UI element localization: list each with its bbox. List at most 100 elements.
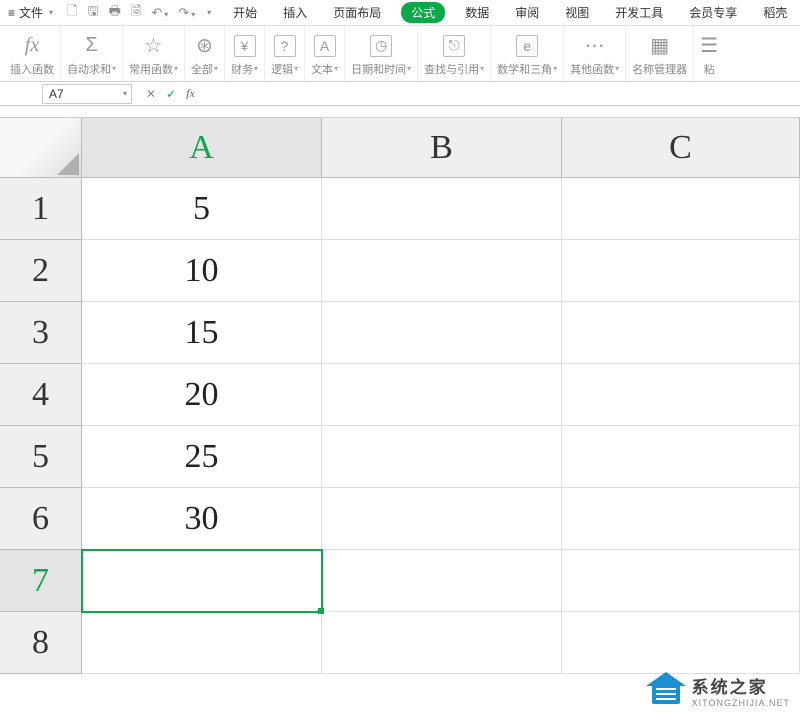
- row-header-8[interactable]: 8: [0, 612, 82, 674]
- ribbon-insert-function[interactable]: fx 插入函数: [4, 26, 61, 81]
- chevron-down-icon: ▾: [112, 64, 116, 73]
- cell-A2[interactable]: 10: [82, 240, 322, 302]
- yen-icon: ¥: [234, 35, 256, 57]
- ribbon-paste[interactable]: ☰ 粘: [694, 26, 724, 81]
- cell-C1[interactable]: [562, 178, 800, 240]
- ribbon-recent-functions[interactable]: ☆ 常用函数▾: [123, 26, 185, 81]
- row-header-4[interactable]: 4: [0, 364, 82, 426]
- ribbon-label: 插入函数: [10, 61, 54, 77]
- ribbon-datetime[interactable]: ◷ 日期和时间▾: [345, 26, 418, 81]
- tab-review[interactable]: 审阅: [509, 1, 545, 24]
- cell-B4[interactable]: [322, 364, 562, 426]
- row-header-1[interactable]: 1: [0, 178, 82, 240]
- fx-icon[interactable]: fx: [186, 86, 195, 101]
- tab-data[interactable]: 数据: [459, 1, 495, 24]
- menu-bar: ≡ 文件 ▾ 🗋 🖫 🖶 🗟 ↶▾ ↷▾ ▾ 开始 插入 页面布局 公式 数据 …: [0, 0, 800, 26]
- print-icon[interactable]: 🖶: [109, 2, 121, 24]
- tab-developer[interactable]: 开发工具: [609, 1, 669, 24]
- row-header-6[interactable]: 6: [0, 488, 82, 550]
- cell-C3[interactable]: [562, 302, 800, 364]
- ribbon-label: 其他函数: [570, 61, 614, 77]
- clock-icon: ◷: [370, 35, 392, 57]
- cell-A5[interactable]: 25: [82, 426, 322, 488]
- chevron-down-icon: ▾: [123, 89, 127, 98]
- cell-A4[interactable]: 20: [82, 364, 322, 426]
- cell-C2[interactable]: [562, 240, 800, 302]
- row-header-3[interactable]: 3: [0, 302, 82, 364]
- tab-formulas[interactable]: 公式: [401, 2, 445, 23]
- cell-B1[interactable]: [322, 178, 562, 240]
- row-7: 7: [0, 550, 800, 612]
- new-doc-icon[interactable]: 🗋: [67, 2, 77, 24]
- file-menu[interactable]: ≡ 文件 ▾: [0, 4, 61, 21]
- cell-B6[interactable]: [322, 488, 562, 550]
- redo-icon[interactable]: ↷▾: [178, 5, 195, 21]
- row-1: 1 5: [0, 178, 800, 240]
- formula-bar: A7 ▾ ✕ ✓ fx: [0, 82, 800, 106]
- tab-member[interactable]: 会员专享: [683, 1, 743, 24]
- lookup-icon: ⎋: [443, 35, 465, 57]
- ribbon-text[interactable]: A 文本▾: [305, 26, 345, 81]
- chevron-down-icon: ▾: [49, 8, 53, 17]
- cell-C6[interactable]: [562, 488, 800, 550]
- ribbon-financial[interactable]: ¥ 财务▾: [225, 26, 265, 81]
- ribbon-label: 逻辑: [271, 61, 293, 77]
- column-header-B[interactable]: B: [322, 118, 562, 178]
- row-header-7[interactable]: 7: [0, 550, 82, 612]
- cancel-icon[interactable]: ✕: [146, 87, 156, 101]
- cell-B5[interactable]: [322, 426, 562, 488]
- ribbon-logical[interactable]: ? 逻辑▾: [265, 26, 305, 81]
- qat-more-icon[interactable]: ▾: [207, 8, 211, 17]
- print-preview-icon[interactable]: 🗟: [131, 2, 141, 24]
- row-header-2[interactable]: 2: [0, 240, 82, 302]
- ribbon-more-functions[interactable]: ⋯ 其他函数▾: [564, 26, 626, 81]
- cell-B2[interactable]: [322, 240, 562, 302]
- cell-B8[interactable]: [322, 612, 562, 674]
- save-icon[interactable]: 🖫: [88, 2, 99, 24]
- confirm-icon[interactable]: ✓: [166, 87, 176, 101]
- ellipsis-icon: ⋯: [585, 33, 605, 58]
- ribbon-name-manager[interactable]: ▦ 名称管理器: [626, 26, 694, 81]
- cell-C5[interactable]: [562, 426, 800, 488]
- ribbon-math-trig[interactable]: e 数学和三角▾: [491, 26, 564, 81]
- formula-controls: ✕ ✓ fx: [146, 86, 195, 101]
- spacer: [0, 106, 800, 118]
- list-icon: ☰: [700, 33, 718, 58]
- select-all-corner[interactable]: [0, 118, 82, 178]
- cell-A7[interactable]: [82, 550, 322, 612]
- row-header-5[interactable]: 5: [0, 426, 82, 488]
- watermark: 系统之家 XITONGZHIJIA.NET: [646, 672, 790, 708]
- cell-A6[interactable]: 30: [82, 488, 322, 550]
- cell-A3[interactable]: 15: [82, 302, 322, 364]
- quick-access-toolbar: 🗋 🖫 🖶 🗟 ↶▾ ↷▾ ▾: [61, 2, 217, 24]
- ribbon-autosum[interactable]: Σ 自动求和▾: [61, 26, 123, 81]
- cell-A8[interactable]: [82, 612, 322, 674]
- cell-B7[interactable]: [322, 550, 562, 612]
- ribbon-tabs: 开始 插入 页面布局 公式 数据 审阅 视图 开发工具 会员专享 稻壳: [227, 1, 793, 24]
- column-header-C[interactable]: C: [562, 118, 800, 178]
- star-icon: ☆: [145, 33, 163, 58]
- row-8: 8: [0, 612, 800, 674]
- column-headers: A B C: [0, 118, 800, 178]
- tab-insert[interactable]: 插入: [277, 1, 313, 24]
- undo-icon[interactable]: ↶▾: [151, 5, 168, 21]
- ribbon-all-functions[interactable]: ⊛ 全部▾: [185, 26, 225, 81]
- formula-input[interactable]: [195, 84, 800, 104]
- sigma-icon: Σ: [85, 34, 97, 57]
- chevron-down-icon: ▾: [254, 64, 258, 73]
- name-box[interactable]: A7 ▾: [42, 84, 132, 104]
- tab-home[interactable]: 开始: [227, 1, 263, 24]
- all-icon: ⊛: [196, 33, 213, 58]
- cell-A1[interactable]: 5: [82, 178, 322, 240]
- ribbon-label: 自动求和: [67, 61, 111, 77]
- column-header-A[interactable]: A: [82, 118, 322, 178]
- tab-view[interactable]: 视图: [559, 1, 595, 24]
- cell-B3[interactable]: [322, 302, 562, 364]
- tab-docer[interactable]: 稻壳: [757, 1, 793, 24]
- tab-page-layout[interactable]: 页面布局: [327, 1, 387, 24]
- cell-C8[interactable]: [562, 612, 800, 674]
- cell-C7[interactable]: [562, 550, 800, 612]
- ribbon-lookup[interactable]: ⎋ 查找与引用▾: [418, 26, 491, 81]
- cell-C4[interactable]: [562, 364, 800, 426]
- row-2: 2 10: [0, 240, 800, 302]
